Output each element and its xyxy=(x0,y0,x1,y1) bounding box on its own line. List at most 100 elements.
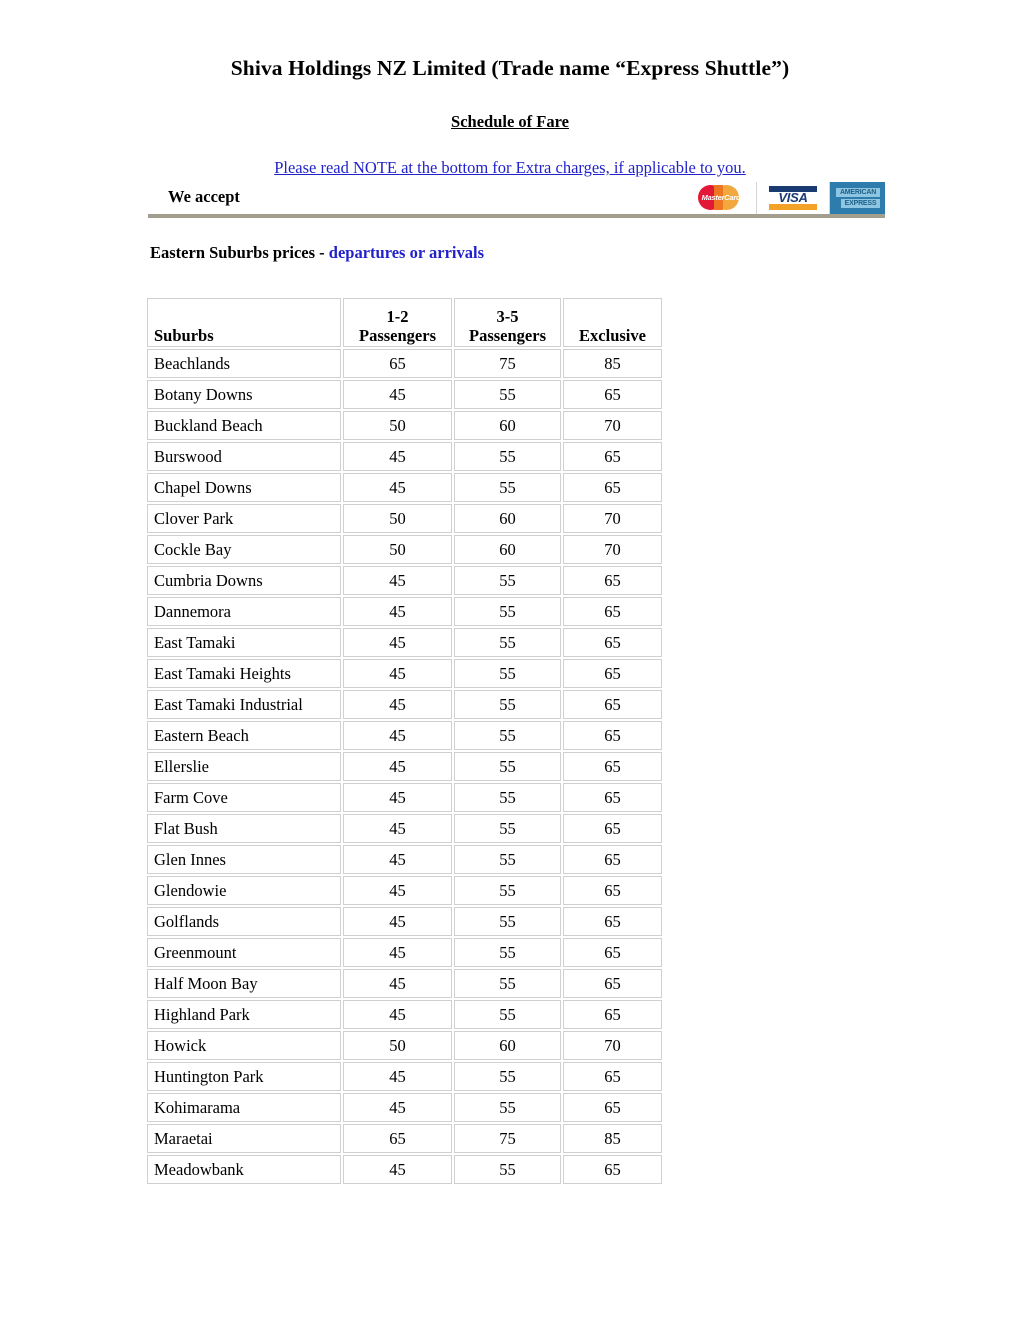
amex-wordmark-line2: EXPRESS xyxy=(841,199,880,208)
cell-3-5-passengers: 55 xyxy=(454,783,561,812)
amex-wordmark-line1: AMERICAN xyxy=(836,188,880,197)
cell-exclusive: 65 xyxy=(563,659,662,688)
cell-1-2-passengers: 45 xyxy=(343,566,452,595)
cell-suburb: East Tamaki xyxy=(147,628,341,657)
table-row: East Tamaki Industrial 45 55 65 xyxy=(147,690,662,719)
cell-exclusive: 70 xyxy=(563,535,662,564)
cell-3-5-passengers: 55 xyxy=(454,752,561,781)
cell-suburb: Huntington Park xyxy=(147,1062,341,1091)
table-row: Kohimarama 45 55 65 xyxy=(147,1093,662,1122)
cell-exclusive: 65 xyxy=(563,969,662,998)
cell-3-5-passengers: 55 xyxy=(454,1062,561,1091)
cell-3-5-passengers: 55 xyxy=(454,1093,561,1122)
cell-suburb: East Tamaki Industrial xyxy=(147,690,341,719)
visa-wordmark: VISA xyxy=(778,190,808,205)
cell-exclusive: 70 xyxy=(563,1031,662,1060)
column-header-3-5-passengers: 3-5 Passengers xyxy=(454,298,561,347)
cell-suburb: Greenmount xyxy=(147,938,341,967)
cell-1-2-passengers: 45 xyxy=(343,473,452,502)
column-header-exclusive-label: Exclusive xyxy=(579,326,646,345)
table-row: Buckland Beach 50 60 70 xyxy=(147,411,662,440)
accepted-cards: MasterCard VISA AMERICAN EXPRESS xyxy=(686,182,885,214)
cell-3-5-passengers: 55 xyxy=(454,380,561,409)
cell-exclusive: 65 xyxy=(563,1155,662,1184)
cell-1-2-passengers: 50 xyxy=(343,1031,452,1060)
cell-1-2-passengers: 50 xyxy=(343,504,452,533)
column-header-3-5-bottom: Passengers xyxy=(469,326,546,345)
fare-schedule-page: Shiva Holdings NZ Limited (Trade name “E… xyxy=(0,0,1020,1320)
fare-table-head: Suburbs 1-2 Passengers 3-5 Passengers Excl… xyxy=(147,298,662,347)
cell-suburb: Botany Downs xyxy=(147,380,341,409)
cell-exclusive: 85 xyxy=(563,1124,662,1153)
table-row: Burswood 45 55 65 xyxy=(147,442,662,471)
column-header-suburbs: Suburbs xyxy=(147,298,341,347)
cell-3-5-passengers: 55 xyxy=(454,1155,561,1184)
table-row: Greenmount 45 55 65 xyxy=(147,938,662,967)
fare-table: Suburbs 1-2 Passengers 3-5 Passengers Excl… xyxy=(145,296,664,1186)
mastercard-wordmark: MasterCard xyxy=(701,193,741,202)
table-row: Howick 50 60 70 xyxy=(147,1031,662,1060)
cell-3-5-passengers: 55 xyxy=(454,721,561,750)
cell-suburb: Glen Innes xyxy=(147,845,341,874)
cell-3-5-passengers: 55 xyxy=(454,938,561,967)
cell-suburb: Eastern Beach xyxy=(147,721,341,750)
cell-1-2-passengers: 45 xyxy=(343,1093,452,1122)
cell-3-5-passengers: 60 xyxy=(454,504,561,533)
table-row: East Tamaki Heights 45 55 65 xyxy=(147,659,662,688)
table-row: Cockle Bay 50 60 70 xyxy=(147,535,662,564)
cell-1-2-passengers: 45 xyxy=(343,969,452,998)
cell-1-2-passengers: 45 xyxy=(343,938,452,967)
table-header-row: Suburbs 1-2 Passengers 3-5 Passengers Excl… xyxy=(147,298,662,347)
table-row: Flat Bush 45 55 65 xyxy=(147,814,662,843)
cell-suburb: Highland Park xyxy=(147,1000,341,1029)
cell-exclusive: 65 xyxy=(563,690,662,719)
cell-suburb: Meadowbank xyxy=(147,1155,341,1184)
cell-suburb: Cumbria Downs xyxy=(147,566,341,595)
cell-exclusive: 65 xyxy=(563,473,662,502)
column-header-exclusive: Exclusive xyxy=(563,298,662,347)
cell-suburb: Dannemora xyxy=(147,597,341,626)
table-row: Clover Park 50 60 70 xyxy=(147,504,662,533)
cell-1-2-passengers: 45 xyxy=(343,721,452,750)
cell-1-2-passengers: 45 xyxy=(343,1155,452,1184)
page-title: Shiva Holdings NZ Limited (Trade name “E… xyxy=(230,56,790,80)
cell-1-2-passengers: 65 xyxy=(343,1124,452,1153)
cell-3-5-passengers: 75 xyxy=(454,1124,561,1153)
cell-exclusive: 65 xyxy=(563,628,662,657)
cell-1-2-passengers: 45 xyxy=(343,628,452,657)
cell-suburb: Maraetai xyxy=(147,1124,341,1153)
cell-1-2-passengers: 45 xyxy=(343,907,452,936)
cell-3-5-passengers: 55 xyxy=(454,969,561,998)
cell-3-5-passengers: 55 xyxy=(454,473,561,502)
cell-1-2-passengers: 45 xyxy=(343,876,452,905)
cell-3-5-passengers: 55 xyxy=(454,442,561,471)
column-header-suburbs-label: Suburbs xyxy=(154,326,214,345)
cell-exclusive: 65 xyxy=(563,907,662,936)
horizontal-rule xyxy=(148,214,885,218)
cell-3-5-passengers: 55 xyxy=(454,907,561,936)
cell-exclusive: 65 xyxy=(563,597,662,626)
cell-exclusive: 65 xyxy=(563,1093,662,1122)
table-row: Ellerslie 45 55 65 xyxy=(147,752,662,781)
cell-1-2-passengers: 45 xyxy=(343,442,452,471)
cell-3-5-passengers: 60 xyxy=(454,1031,561,1060)
table-row: Chapel Downs 45 55 65 xyxy=(147,473,662,502)
note-link[interactable]: Please read NOTE at the bottom for Extra… xyxy=(0,158,1020,178)
table-row: Highland Park 45 55 65 xyxy=(147,1000,662,1029)
table-row: Glendowie 45 55 65 xyxy=(147,876,662,905)
visa-bottom-bar xyxy=(769,204,817,210)
cell-suburb: Beachlands xyxy=(147,349,341,378)
we-accept-label: We accept xyxy=(168,187,240,206)
cell-3-5-passengers: 55 xyxy=(454,566,561,595)
cell-exclusive: 65 xyxy=(563,752,662,781)
column-header-1-2-top: 1-2 xyxy=(386,307,409,326)
cell-suburb: Burswood xyxy=(147,442,341,471)
table-row: Beachlands 65 75 85 xyxy=(147,349,662,378)
cell-1-2-passengers: 45 xyxy=(343,845,452,874)
section-heading-primary: Eastern Suburbs prices - xyxy=(150,243,329,262)
fare-table-container: Suburbs 1-2 Passengers 3-5 Passengers Excl… xyxy=(145,296,664,1186)
page-subtitle: Schedule of Fare xyxy=(0,112,1020,132)
column-header-1-2-bottom: Passengers xyxy=(359,326,436,345)
page-subtitle-text: Schedule of Fare xyxy=(451,112,569,131)
table-row: Farm Cove 45 55 65 xyxy=(147,783,662,812)
